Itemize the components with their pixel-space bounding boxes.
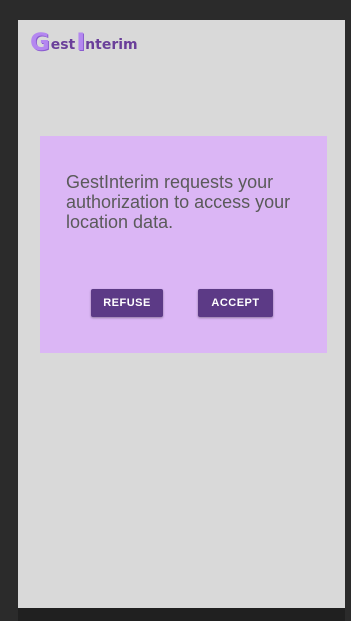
dialog-message: GestInterim requests your authorization … [66, 172, 291, 232]
bottom-bar [18, 608, 345, 621]
app-logo: G est I nterim [30, 26, 138, 54]
refuse-button[interactable]: REFUSE [91, 289, 163, 317]
app-screen: G est I nterim GestInterim requests your… [18, 20, 345, 608]
device-frame: G est I nterim GestInterim requests your… [0, 0, 351, 621]
logo-letter-i: I [76, 28, 86, 56]
logo-text-nterim: nterim [85, 37, 138, 53]
location-permission-dialog: GestInterim requests your authorization … [40, 136, 327, 353]
logo-text-est: est [50, 37, 76, 53]
accept-button[interactable]: ACCEPT [198, 289, 273, 317]
logo-letter-g: G [30, 28, 50, 56]
